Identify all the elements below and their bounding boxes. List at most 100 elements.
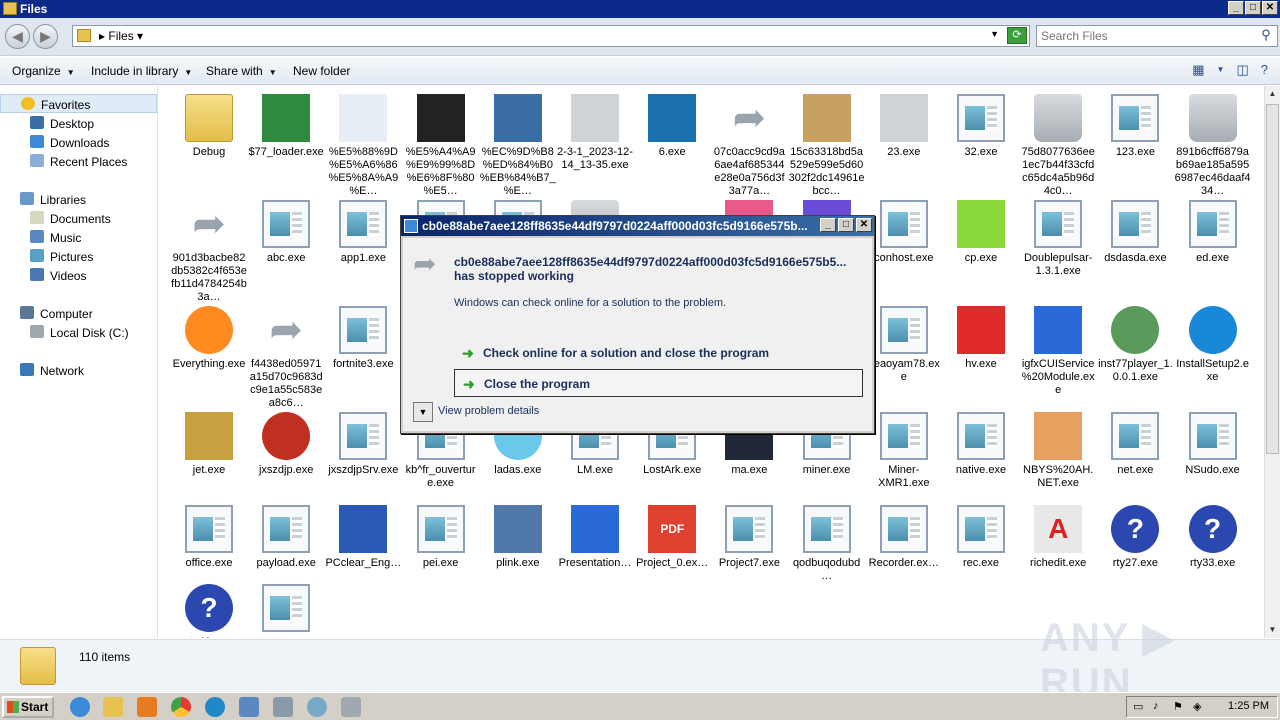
file-item[interactable]: Debug bbox=[171, 94, 247, 159]
help-icon[interactable]: ? bbox=[1261, 62, 1268, 78]
view-options-icon[interactable]: ▦ bbox=[1192, 62, 1204, 78]
search-input[interactable] bbox=[1041, 28, 1251, 44]
sidebar-item-computer[interactable]: Computer bbox=[0, 304, 157, 323]
file-item[interactable]: ed.exe bbox=[1175, 200, 1251, 265]
file-item[interactable]: qodbuqodubd… bbox=[789, 505, 865, 583]
sidebar-item-music[interactable]: Music bbox=[0, 228, 157, 247]
file-item[interactable]: inst77player_1.0.0.1.exe bbox=[1097, 306, 1173, 384]
file-item[interactable]: abc.exe bbox=[248, 200, 324, 265]
window-icon[interactable] bbox=[341, 697, 361, 717]
share-with-button[interactable]: Share with ▼ bbox=[206, 64, 277, 78]
file-item[interactable]: rec.exe bbox=[943, 505, 1019, 570]
sidebar-item-network[interactable]: Network bbox=[0, 361, 157, 380]
vertical-scrollbar[interactable]: ▲ ▼ bbox=[1264, 86, 1280, 638]
address-field[interactable]: ▸ Files ▾ ▼ bbox=[72, 25, 1030, 47]
file-item[interactable]: ➦ 901d3bacbe82db5382c4f653efb11d4784254b3… bbox=[171, 200, 247, 304]
close-program-button[interactable]: ➜ Close the program bbox=[454, 369, 863, 397]
maximize-button[interactable]: □ bbox=[838, 218, 854, 232]
file-item[interactable]: %E5%A4%A9%E9%99%8D%E6%8F%80%E5… bbox=[403, 94, 479, 198]
check-online-button[interactable]: ➜ Check online for a solution and close … bbox=[454, 339, 863, 367]
file-item[interactable]: pei.exe bbox=[403, 505, 479, 570]
file-item[interactable]: hv.exe bbox=[943, 306, 1019, 371]
file-item[interactable]: 2-3-1_2023-12-14_13-35.exe bbox=[557, 94, 633, 172]
file-item[interactable]: 75d8077636ee1ec7b44f33cfdc65dc4a5b96d4c0… bbox=[1020, 94, 1096, 198]
explorer-icon[interactable] bbox=[103, 697, 123, 717]
file-item[interactable]: app1.exe bbox=[325, 200, 401, 265]
file-item[interactable]: Presentation… bbox=[557, 505, 633, 570]
chrome-icon[interactable] bbox=[171, 697, 191, 717]
file-item[interactable]: InstallSetup2.exe bbox=[1175, 306, 1251, 384]
file-item[interactable]: Miner-XMR1.exe bbox=[866, 412, 942, 490]
app-icon[interactable] bbox=[273, 697, 293, 717]
file-item[interactable]: Everything.exe bbox=[171, 306, 247, 371]
scroll-up-icon[interactable]: ▲ bbox=[1265, 86, 1280, 102]
file-item[interactable]: ➦ 07c0acc9cd9a6ae4af685344e28e0a756d3f3a7… bbox=[711, 94, 787, 198]
file-item[interactable]: PDF Project_0.ex… bbox=[634, 505, 710, 570]
close-button[interactable]: ✕ bbox=[856, 218, 872, 232]
file-item[interactable]: jet.exe bbox=[171, 412, 247, 477]
shield-icon[interactable]: ◈ bbox=[1193, 700, 1207, 714]
file-item[interactable]: Arichedit.exe bbox=[1020, 505, 1096, 570]
edge-icon[interactable] bbox=[205, 697, 225, 717]
file-item[interactable]: NBYS%20AH.NET.exe bbox=[1020, 412, 1096, 490]
ie-icon[interactable] bbox=[70, 697, 90, 717]
file-item[interactable]: heaoyam78.exe bbox=[866, 306, 942, 384]
file-item[interactable]: %E5%88%9D%E5%A6%86%E5%8A%A9%E… bbox=[325, 94, 401, 198]
file-item[interactable]: jxszdjp.exe bbox=[248, 412, 324, 477]
file-item[interactable]: Doublepulsar-1.3.1.exe bbox=[1020, 200, 1096, 278]
breadcrumb[interactable]: ▸ Files ▾ bbox=[99, 29, 143, 43]
disc-icon[interactable] bbox=[307, 697, 327, 717]
forward-button[interactable]: ▶ bbox=[33, 24, 58, 49]
back-button[interactable]: ◀ bbox=[5, 24, 30, 49]
file-item[interactable]: fortnite3.exe bbox=[325, 306, 401, 371]
file-item[interactable]: conhost.exe bbox=[866, 200, 942, 265]
file-item[interactable]: 32.exe bbox=[943, 94, 1019, 159]
start-button[interactable]: Start bbox=[2, 696, 54, 718]
download-app-icon[interactable] bbox=[239, 697, 259, 717]
minimize-button[interactable]: _ bbox=[820, 218, 836, 232]
network-tray-icon[interactable]: ▭ bbox=[1133, 700, 1147, 714]
sidebar-item-desktop[interactable]: Desktop bbox=[0, 114, 157, 133]
file-item[interactable]: net.exe bbox=[1097, 412, 1173, 477]
sidebar-item-documents[interactable]: Documents bbox=[0, 209, 157, 228]
file-item[interactable]: ? rty33.exe bbox=[1175, 505, 1251, 570]
file-item[interactable]: 6.exe bbox=[634, 94, 710, 159]
file-item[interactable]: 123.exe bbox=[1097, 94, 1173, 159]
sidebar-item-pictures[interactable]: Pictures bbox=[0, 247, 157, 266]
media-player-icon[interactable] bbox=[137, 697, 157, 717]
search-icon[interactable]: ⚲ bbox=[1257, 27, 1275, 45]
search-box[interactable]: ⚲ bbox=[1036, 25, 1278, 47]
sidebar-item-libraries[interactable]: Libraries bbox=[0, 190, 157, 209]
maximize-button[interactable]: □ bbox=[1245, 1, 1261, 15]
file-item[interactable]: 23.exe bbox=[866, 94, 942, 159]
file-item[interactable]: ? rty40.exe bbox=[171, 584, 247, 638]
sidebar-item-downloads[interactable]: Downloads bbox=[0, 133, 157, 152]
file-item[interactable]: PCclear_Eng… bbox=[325, 505, 401, 570]
file-item[interactable]: igfxCUIService%20Module.exe bbox=[1020, 306, 1096, 397]
file-item[interactable]: %EC%9D%B8%ED%84%B0%EB%84%B7_%E… bbox=[480, 94, 556, 198]
include-in-library-button[interactable]: Include in library ▼ bbox=[91, 64, 192, 78]
file-item[interactable]: 15c63318bd5a529e599e5d60302f2dc14961ebcc… bbox=[789, 94, 865, 198]
file-item[interactable]: s… bbox=[248, 584, 324, 638]
chevron-down-icon[interactable]: ▼ bbox=[1217, 62, 1225, 78]
file-item[interactable]: payload.exe bbox=[248, 505, 324, 570]
file-item[interactable]: office.exe bbox=[171, 505, 247, 570]
sidebar-item-videos[interactable]: Videos bbox=[0, 266, 157, 285]
volume-icon[interactable]: ♪ bbox=[1153, 700, 1167, 714]
file-item[interactable]: 891b6cff6879ab69ae185a5956987ec46daaf434… bbox=[1175, 94, 1251, 198]
file-item[interactable]: native.exe bbox=[943, 412, 1019, 477]
scrollbar-thumb[interactable] bbox=[1266, 104, 1279, 454]
sidebar-item-recent-places[interactable]: Recent Places bbox=[0, 152, 157, 171]
file-item[interactable]: ? rty27.exe bbox=[1097, 505, 1173, 570]
chevron-down-icon[interactable]: ▼ bbox=[413, 402, 433, 422]
file-item[interactable]: jxszdjpSrv.exe bbox=[325, 412, 401, 477]
file-item[interactable]: cp.exe bbox=[943, 200, 1019, 265]
close-button[interactable]: ✕ bbox=[1262, 1, 1278, 15]
file-item[interactable]: NSudo.exe bbox=[1175, 412, 1251, 477]
flag-icon[interactable]: ⚑ bbox=[1173, 700, 1187, 714]
file-item[interactable]: plink.exe bbox=[480, 505, 556, 570]
file-item[interactable]: Project7.exe bbox=[711, 505, 787, 570]
file-item[interactable]: $77_loader.exe bbox=[248, 94, 324, 159]
preview-pane-icon[interactable]: ◫ bbox=[1236, 62, 1248, 78]
organize-button[interactable]: Organize ▼ bbox=[12, 64, 75, 78]
